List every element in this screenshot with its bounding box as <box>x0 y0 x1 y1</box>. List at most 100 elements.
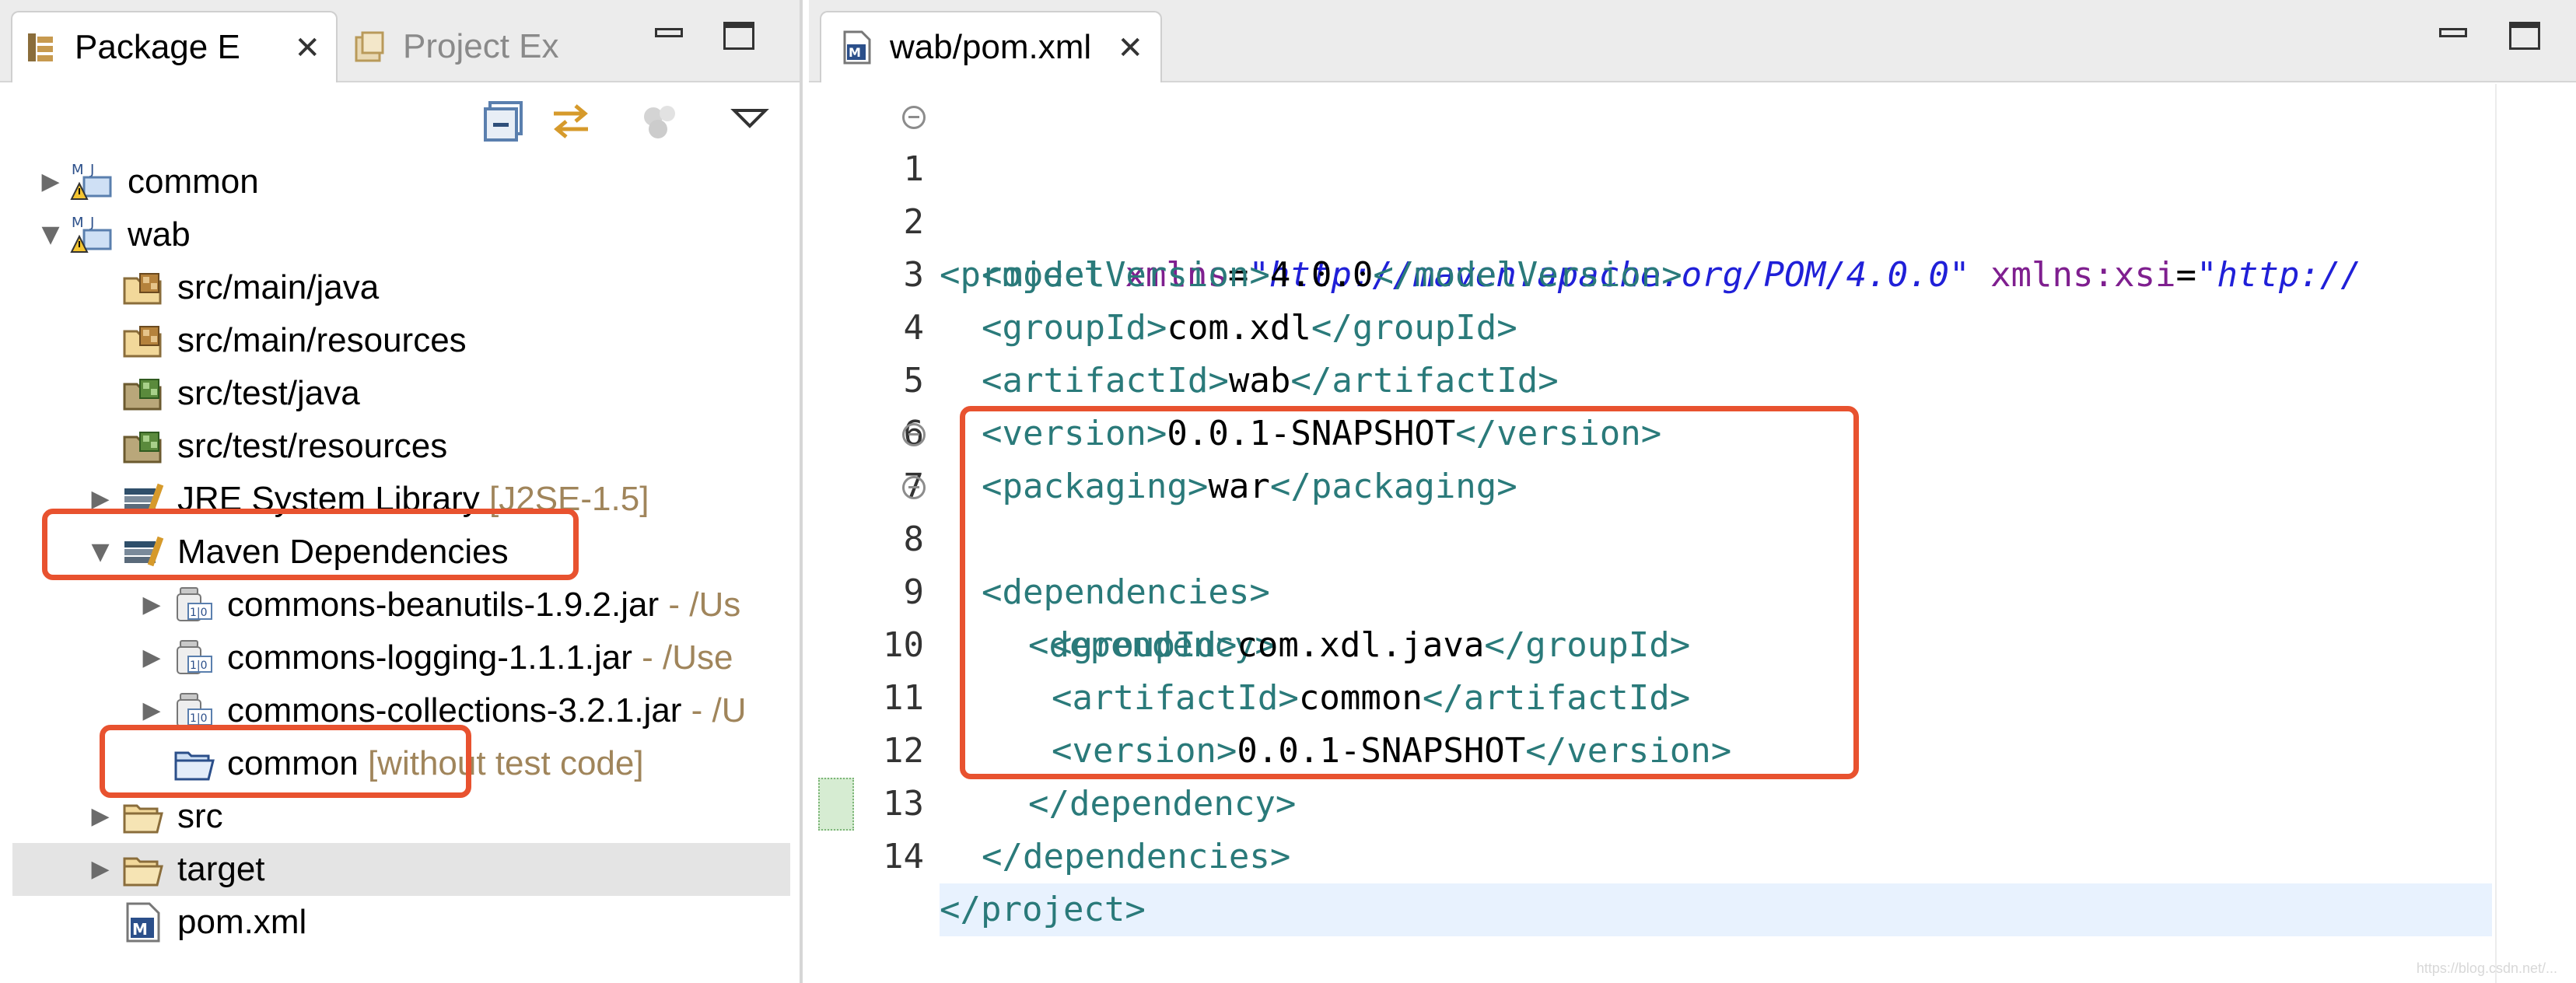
tree-item-jar-beanutils[interactable]: ▶ 1|0 commons-beanutils-1.9.2.jar - /Us <box>12 579 790 631</box>
open-folder-icon <box>173 742 216 785</box>
maven-pom-file-icon: M <box>840 30 874 65</box>
code-line[interactable]: 11 <version>0.0.1-SNAPSHOT</version> <box>809 619 2576 771</box>
tree-item-label: commons-logging-1.1.1.jar - /Use <box>227 638 733 677</box>
maven-project-warning-icon: MJ <box>70 213 114 257</box>
tree-item-src-test-java[interactable]: src/test/java <box>12 367 790 420</box>
folder-icon <box>121 795 165 838</box>
fold-collapse-icon[interactable] <box>902 106 926 129</box>
code-line[interactable]: 10 <artifactId>common</artifactId> <box>809 566 2576 718</box>
jar-icon: 1|0 <box>173 689 216 733</box>
svg-text:J: J <box>89 215 94 231</box>
code-line[interactable]: 2 <modelVersion>4.0.0</modelVersion> <box>809 143 2576 295</box>
tree-item-label: wab <box>128 215 191 254</box>
folder-icon <box>121 848 165 891</box>
tree-item-jre-library[interactable]: ▶ JRE System Library [J2SE-1.5] <box>12 473 790 526</box>
tab-pom-xml[interactable]: M wab/pom.xml ✕ <box>820 11 1162 82</box>
tree-item-maven-dependencies[interactable]: ▼ Maven Dependencies <box>12 526 790 579</box>
svg-text:1|0: 1|0 <box>190 712 208 725</box>
code-line[interactable]: 6 <packaging>war</packaging> <box>809 355 2576 506</box>
tree-item-jar-logging[interactable]: ▶ 1|0 commons-logging-1.1.1.jar - /Use <box>12 631 790 684</box>
editor-panel: M wab/pom.xml ✕ 1 <project xmlns="http:/… <box>809 0 2576 983</box>
tree-item-label: src <box>177 797 223 835</box>
close-icon[interactable]: ✕ <box>1117 33 1143 64</box>
jar-icon: 1|0 <box>173 583 216 627</box>
svg-text:J: J <box>89 162 94 178</box>
code-line[interactable]: 7 <dependencies> <box>809 408 2576 612</box>
view-tab-strip: Package E ✕ Project Ex <box>0 0 800 82</box>
code-line[interactable]: 4 <artifactId>wab</artifactId> <box>809 249 2576 401</box>
test-source-folder-icon <box>121 372 165 415</box>
minimize-icon[interactable] <box>653 22 684 50</box>
code-line[interactable]: 1 <project xmlns="http://maven.apache.or… <box>809 90 2576 295</box>
view-menu-icon[interactable] <box>728 100 772 143</box>
link-with-editor-icon[interactable] <box>549 100 593 143</box>
tree-item-common-workspace-dependency[interactable]: common [without test code] <box>12 737 790 790</box>
code-text: </dependencies> <box>982 837 1291 876</box>
expand-icon[interactable]: ▶ <box>89 858 112 881</box>
tree-item-jar-collections[interactable]: ▶ 1|0 commons-collections-3.2.1.jar - /U <box>12 684 790 737</box>
source-folder-icon <box>121 319 165 362</box>
jar-path-decoration: - /Us <box>659 586 741 624</box>
tab-label: Project Ex <box>403 27 559 65</box>
code-line-current[interactable]: 14 </project> <box>809 778 2576 936</box>
library-icon <box>121 478 165 521</box>
jar-icon: 1|0 <box>173 636 216 680</box>
svg-text:M: M <box>132 920 148 939</box>
tree-item-label: commons-beanutils-1.9.2.jar - /Us <box>227 586 741 624</box>
tree-item-src-main-resources[interactable]: src/main/resources <box>12 314 790 367</box>
maximize-icon[interactable] <box>723 22 754 50</box>
package-explorer-panel: Package E ✕ Project Ex ▶ MJ common ▼ M J… <box>0 0 803 983</box>
tree-item-common-project[interactable]: ▶ MJ common <box>12 156 790 208</box>
expand-icon[interactable]: ▶ <box>39 170 62 194</box>
tree-item-pom-xml[interactable]: M pom.xml <box>12 896 790 949</box>
collapse-icon[interactable]: ▼ <box>39 223 62 247</box>
tab-project-explorer[interactable]: Project Ex <box>344 11 600 82</box>
collapse-icon[interactable]: ▼ <box>89 540 112 564</box>
expand-icon[interactable]: ▶ <box>140 646 163 670</box>
svg-text:1|0: 1|0 <box>190 607 208 619</box>
code-line[interactable]: 8 <dependency> <box>809 460 2576 665</box>
tree-item-label: pom.xml <box>177 903 307 941</box>
code-line[interactable]: 12 </dependency> <box>809 672 2576 824</box>
expand-icon[interactable]: ▶ <box>140 593 163 617</box>
tree-item-label: common <box>128 163 259 201</box>
watermark: https://blog.csdn.net/... <box>2416 960 2557 976</box>
code-text: </project> <box>940 883 2492 936</box>
editor-tab-strip: M wab/pom.xml ✕ <box>809 0 2576 82</box>
code-line[interactable]: 5 <version>0.0.1-SNAPSHOT</version> <box>809 302 2576 453</box>
library-version-decoration: [J2SE-1.5] <box>489 480 649 518</box>
without-test-code-decoration: [without test code] <box>367 744 644 782</box>
expand-icon[interactable]: ▶ <box>89 805 112 828</box>
tree-item-label: src/main/resources <box>177 321 467 359</box>
tree-item-label: src/test/resources <box>177 427 448 465</box>
tree-item-src-folder[interactable]: ▶ src <box>12 790 790 843</box>
tree-item-target-folder[interactable]: ▶ target <box>12 843 790 896</box>
minimize-icon[interactable] <box>2438 22 2469 50</box>
expand-icon[interactable]: ▶ <box>140 699 163 722</box>
tree-item-label: Maven Dependencies <box>177 533 509 571</box>
tree-item-src-test-resources[interactable]: src/test/resources <box>12 420 790 473</box>
svg-text:M: M <box>849 45 861 60</box>
source-folder-icon <box>121 266 165 310</box>
fold-collapse-icon[interactable] <box>902 423 926 446</box>
collapse-all-icon[interactable] <box>482 100 526 143</box>
tree-item-src-main-java[interactable]: src/main/java <box>12 261 790 314</box>
expand-icon[interactable]: ▶ <box>89 488 112 511</box>
library-icon <box>121 530 165 574</box>
maximize-icon[interactable] <box>2509 22 2540 50</box>
jar-path-decoration: - /Use <box>632 638 733 677</box>
xml-editor[interactable]: 1 <project xmlns="http://maven.apache.or… <box>809 84 2576 983</box>
tree-item-label: JRE System Library [J2SE-1.5] <box>177 480 649 518</box>
focus-icon[interactable] <box>639 100 683 143</box>
code-line[interactable]: 3 <groupId>com.xdl</groupId> <box>809 196 2576 348</box>
code-line[interactable]: 9 <groupId>com.xdl.java</groupId> <box>809 513 2576 665</box>
fold-collapse-icon[interactable] <box>902 476 926 499</box>
code-line[interactable]: 13 </dependencies> <box>809 725 2576 876</box>
tree-item-wab-project[interactable]: ▼ MJ wab <box>12 208 790 261</box>
close-icon[interactable]: ✕ <box>294 33 320 64</box>
tree-item-label: src/test/java <box>177 374 360 412</box>
tree-item-label: commons-collections-3.2.1.jar - /U <box>227 691 747 729</box>
maven-pom-file-icon: M <box>121 901 165 944</box>
maven-project-warning-icon: MJ <box>70 160 114 204</box>
tab-package-explorer[interactable]: Package E ✕ <box>11 11 338 82</box>
